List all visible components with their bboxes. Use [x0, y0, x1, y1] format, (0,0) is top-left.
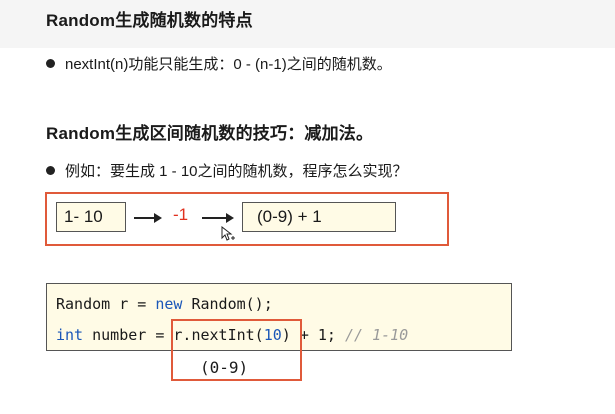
code-line-1: Random r = new Random();: [56, 295, 273, 313]
minus-one-label: -1: [173, 205, 189, 224]
highlight-range-label: (0-9): [200, 358, 249, 377]
range-box: 1- 10: [56, 202, 126, 232]
bullet-nextint: nextInt(n)功能只能生成：0 - (n-1)之间的随机数。: [46, 53, 392, 74]
code-text: number =: [83, 326, 174, 344]
code-comment: // 1-10: [345, 326, 409, 344]
arrow-right-icon: [134, 213, 162, 223]
code-text: Random();: [182, 295, 273, 313]
bullet-dot-icon: [46, 59, 55, 68]
code-text: Random r =: [56, 295, 156, 313]
section-title-technique: Random生成区间随机数的技巧：减加法。: [46, 124, 374, 143]
bullet-nextint-text: nextInt(n)功能只能生成：0 - (n-1)之间的随机数。: [65, 56, 392, 73]
code-keyword: new: [155, 295, 183, 313]
move-cursor-icon: [221, 226, 235, 241]
code-type-keyword: int: [56, 326, 84, 344]
section-title-features: Random生成随机数的特点: [46, 11, 253, 30]
result-box: (0-9) + 1: [242, 202, 396, 232]
bullet-example: 例如：要生成 1 - 10之间的随机数，程序怎么实现？: [46, 160, 408, 181]
bullet-dot-icon: [46, 166, 55, 175]
bullet-example-text: 例如：要生成 1 - 10之间的随机数，程序怎么实现？: [65, 163, 408, 180]
arrow-right-icon: [202, 213, 234, 223]
